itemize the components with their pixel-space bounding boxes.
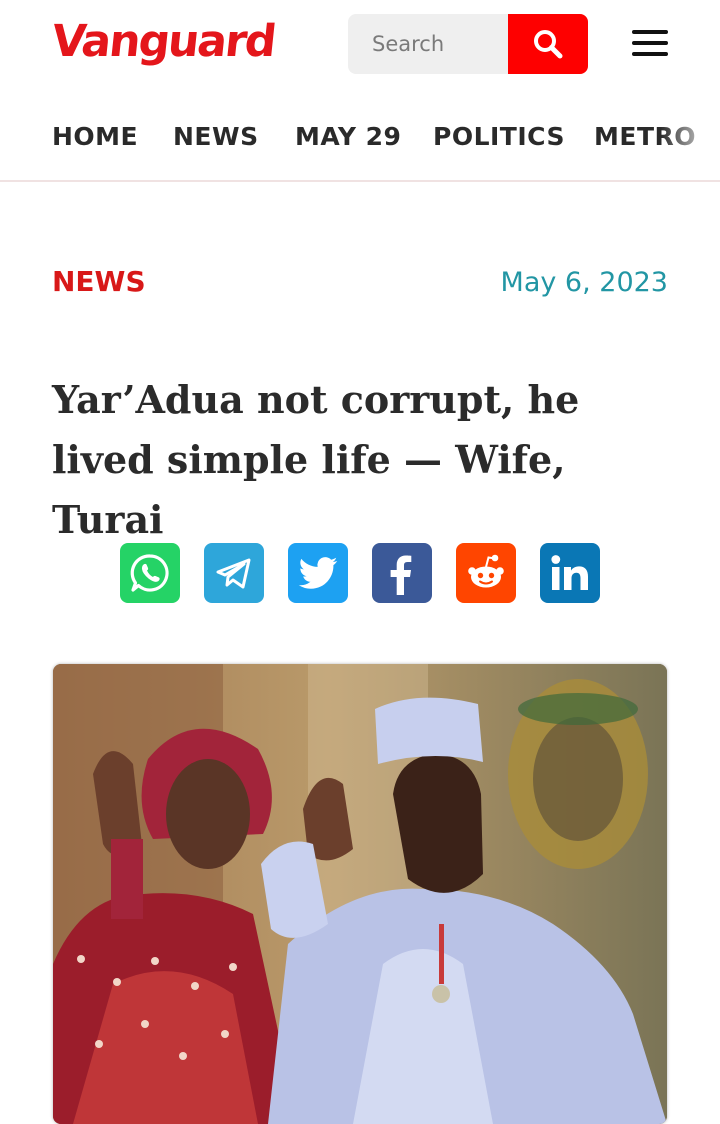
nav-item-metro[interactable]: METRO xyxy=(594,122,696,151)
site-header: Vanguard xyxy=(0,0,720,100)
share-telegram-button[interactable] xyxy=(204,543,264,603)
twitter-icon xyxy=(298,557,338,589)
nav-item-politics[interactable]: POLITICS xyxy=(433,122,565,151)
linkedin-icon xyxy=(551,555,588,590)
nav-item-may-29[interactable]: MAY 29 xyxy=(295,122,401,151)
search-button[interactable] xyxy=(508,14,588,74)
photo-illustration xyxy=(53,664,667,1124)
search-box xyxy=(348,14,588,74)
search-icon xyxy=(534,30,563,59)
share-whatsapp-button[interactable] xyxy=(120,543,180,603)
article-headline: Yar’Adua not corrupt, he lived simple li… xyxy=(52,377,580,542)
hamburger-icon xyxy=(632,30,668,34)
share-facebook-button[interactable] xyxy=(372,543,432,603)
article-category[interactable]: NEWS xyxy=(52,265,146,298)
whatsapp-icon xyxy=(130,554,169,592)
nav-item-home[interactable]: HOME xyxy=(52,122,138,151)
share-linkedin-button[interactable] xyxy=(540,543,600,603)
facebook-icon xyxy=(390,555,412,595)
article-date: May 6, 2023 xyxy=(500,267,668,298)
share-reddit-button[interactable] xyxy=(456,543,516,603)
reddit-icon xyxy=(468,554,504,588)
main-nav: HOME NEWS MAY 29 POLITICS METRO xyxy=(0,100,720,182)
vanguard-logo[interactable]: Vanguard xyxy=(49,14,277,70)
nav-item-news[interactable]: NEWS xyxy=(173,122,259,151)
share-twitter-button[interactable] xyxy=(288,543,348,603)
search-input[interactable] xyxy=(348,14,508,74)
article-image xyxy=(53,664,667,1124)
hamburger-menu-button[interactable] xyxy=(630,28,670,60)
telegram-icon xyxy=(216,558,251,589)
